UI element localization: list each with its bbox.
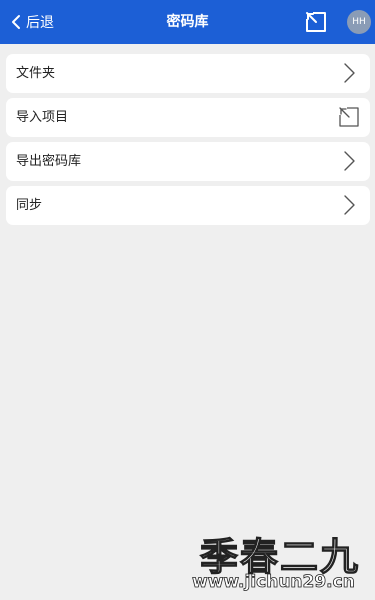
avatar[interactable]: HH [347, 10, 371, 34]
back-label: 后退 [26, 15, 54, 31]
share-export-icon[interactable] [304, 10, 328, 34]
list-item-import[interactable]: 导入项目 [6, 98, 370, 137]
list-item-label: 文件夹 [16, 66, 56, 81]
import-icon [339, 107, 359, 127]
watermark: 季春二九 www.jichun29.cn [190, 520, 360, 600]
chevron-left-icon [12, 15, 20, 29]
watermark-url: www.jichun29.cn [192, 572, 356, 593]
list-item-label: 导出密码库 [16, 154, 82, 169]
chevron-right-icon [344, 195, 355, 215]
chevron-right-icon [344, 63, 355, 83]
back-button[interactable]: 后退 [10, 0, 54, 44]
chevron-right-icon [344, 151, 355, 171]
header-bar: 后退 密码库 HH [0, 0, 375, 44]
list-item-folders[interactable]: 文件夹 [6, 54, 370, 93]
list-item-sync[interactable]: 同步 [6, 186, 370, 225]
list-item-label: 导入项目 [16, 110, 69, 125]
vault-menu-list: 文件夹 导入项目 导出密码库 同步 [6, 54, 370, 230]
list-item-label: 同步 [16, 198, 43, 213]
list-item-export-vault[interactable]: 导出密码库 [6, 142, 370, 181]
